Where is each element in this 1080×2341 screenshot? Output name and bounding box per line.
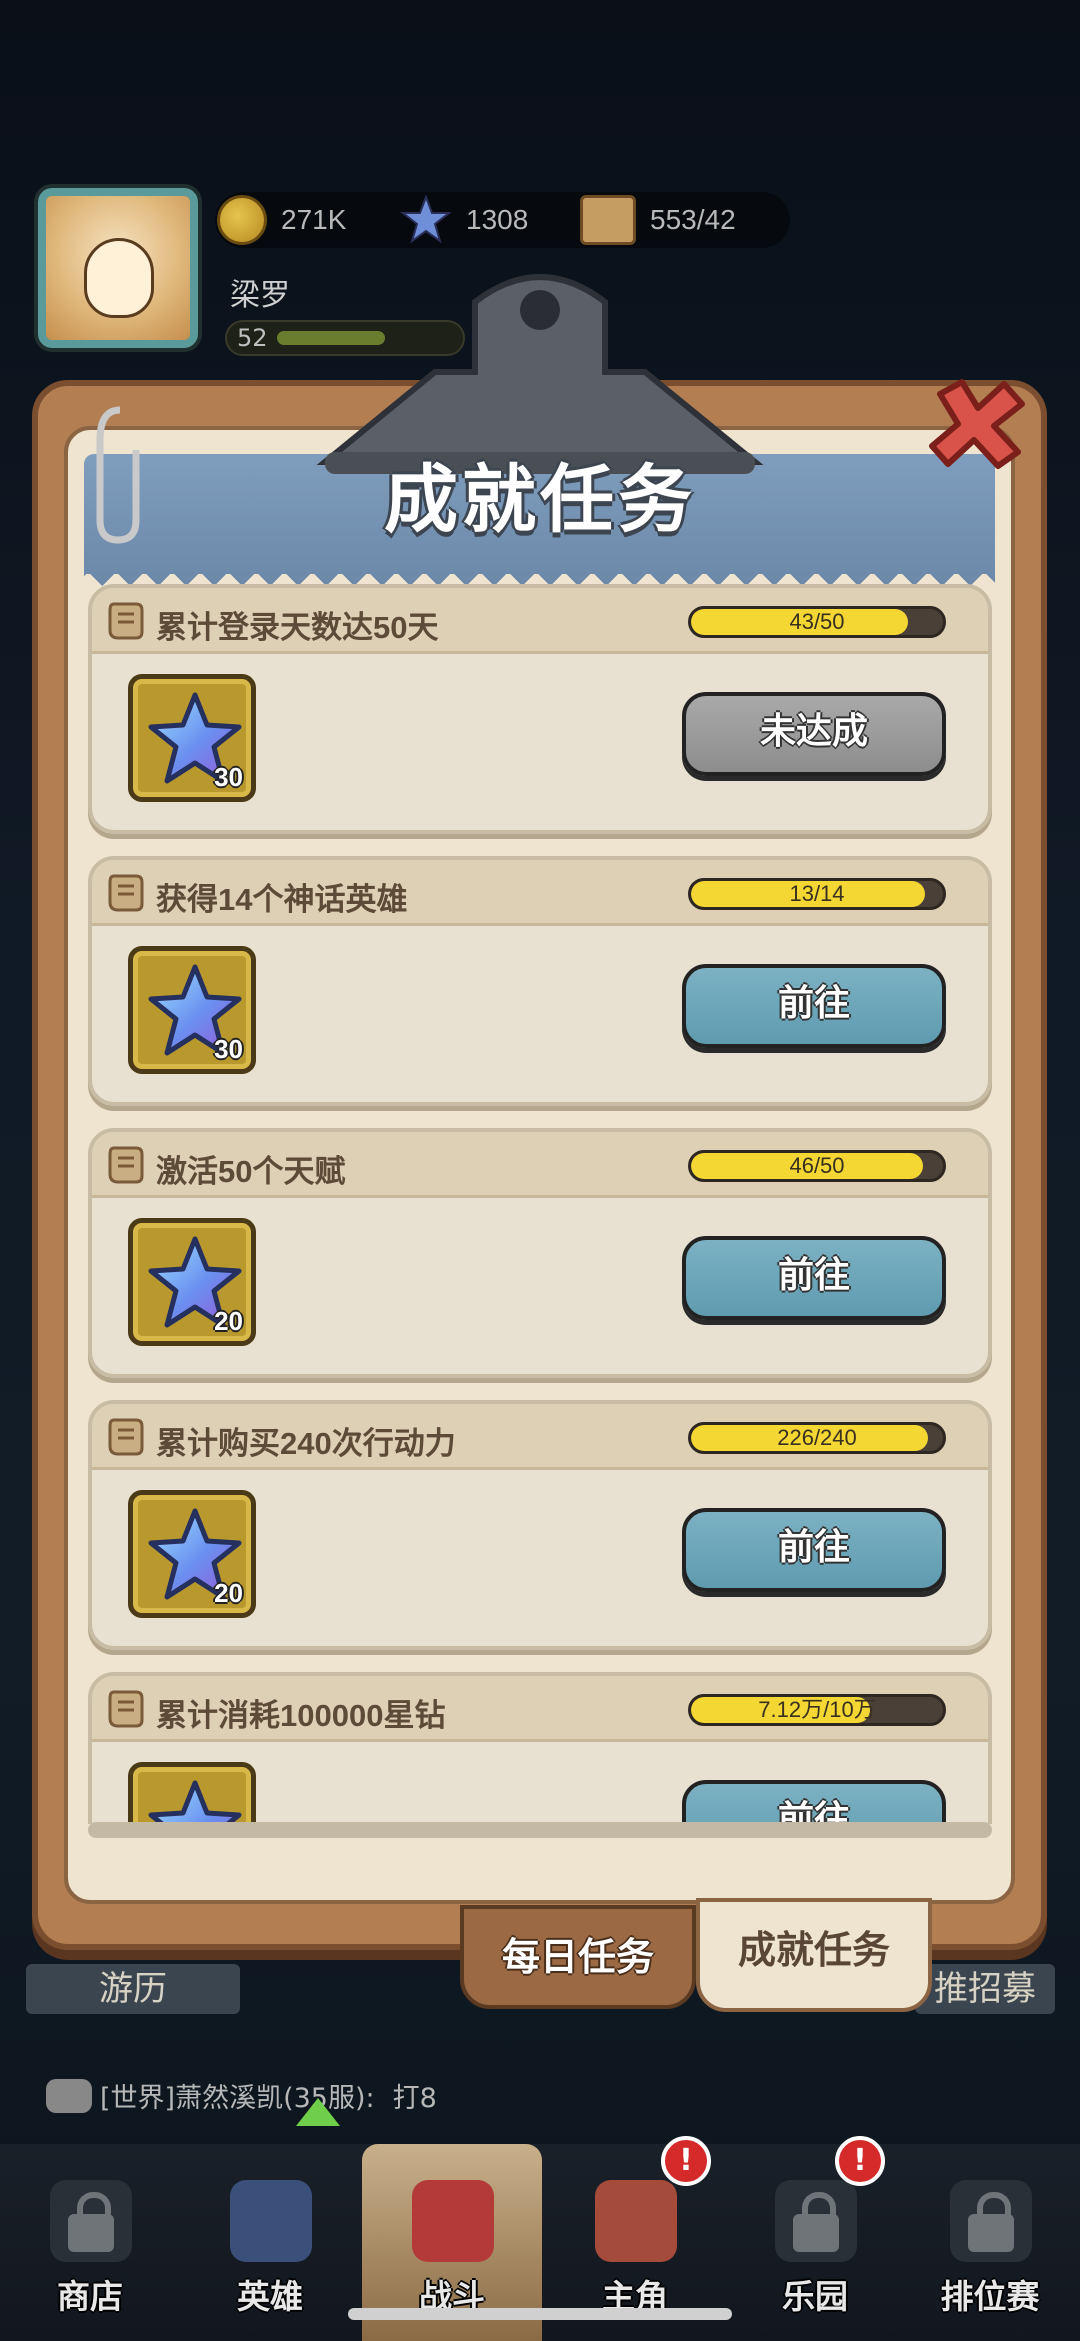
- reward-count: 30: [214, 1034, 243, 1064]
- task-action-button[interactable]: 未达成: [682, 692, 946, 776]
- reward-item[interactable]: 30: [128, 674, 256, 802]
- page-title: 成就任务: [384, 457, 696, 543]
- scroll-icon: [108, 1418, 144, 1456]
- task-action-button[interactable]: 前往: [682, 1780, 946, 1824]
- task-title: 激活50个天赋: [156, 1154, 346, 1189]
- side-label-recruit[interactable]: 推招募: [915, 1964, 1055, 2014]
- nav-heroes[interactable]: 英雄: [180, 2098, 360, 2341]
- lock-icon: [68, 2192, 114, 2252]
- reward-item[interactable]: [128, 1762, 256, 1824]
- task-card: 累计登录天数达50天 43/50 30 未达成: [88, 584, 992, 834]
- star-gem-icon: [400, 194, 452, 244]
- nav-ranked[interactable]: 排位赛: [900, 2144, 1080, 2341]
- coin-value: 271K: [281, 204, 347, 235]
- task-card: 累计购买240次行动力 226/240 20 前往: [88, 1400, 992, 1650]
- scroll-icon: [108, 1146, 144, 1184]
- tab-daily-tasks[interactable]: 每日任务: [460, 1905, 696, 2009]
- task-action-button[interactable]: 前往: [682, 964, 946, 1048]
- upgrade-arrow-icon: [296, 2098, 340, 2126]
- scroll-icon: [108, 874, 144, 912]
- task-title: 累计消耗100000星钻: [156, 1698, 446, 1733]
- battle-wings-icon: [412, 2180, 494, 2262]
- stamina-value: 553/42: [650, 204, 736, 235]
- task-list[interactable]: 累计登录天数达50天 43/50 30 未达成 获得14个神话英雄 13/14 30 前往 激活…: [88, 584, 992, 1824]
- player-name: 梁罗: [230, 278, 290, 313]
- task-progress-bar: 226/240: [688, 1422, 946, 1454]
- task-header: 激活50个天赋 46/50: [92, 1132, 988, 1198]
- coin-counter[interactable]: 271K: [217, 192, 346, 248]
- task-action-button[interactable]: 前往: [682, 1508, 946, 1592]
- task-header: 累计消耗100000星钻 7.12万/10万: [92, 1676, 988, 1742]
- nav-label: 英雄: [237, 2277, 303, 2316]
- task-header: 获得14个神话英雄 13/14: [92, 860, 988, 926]
- alert-badge-icon: !: [661, 2136, 711, 2186]
- stamina-counter[interactable]: 553/42: [580, 192, 736, 248]
- reward-count: 20: [214, 1306, 243, 1336]
- list-bottom-edge: [88, 1822, 992, 1838]
- task-progress-bar: 46/50: [688, 1150, 946, 1182]
- task-progress-text: 46/50: [789, 1153, 845, 1178]
- nav-label: 商店: [57, 2277, 123, 2316]
- task-progress-text: 226/240: [777, 1425, 857, 1450]
- task-progress-bar: 43/50: [688, 606, 946, 638]
- player-level: 52: [237, 324, 268, 352]
- star-value: 1308: [466, 204, 529, 235]
- close-button[interactable]: [922, 372, 1032, 472]
- nav-shop[interactable]: 商店: [0, 2144, 180, 2341]
- lock-icon: [968, 2192, 1014, 2252]
- star-gem-icon: [148, 1780, 242, 1824]
- nav-label: 乐园: [782, 2277, 848, 2316]
- nav-paradise[interactable]: ! 乐园: [725, 2136, 905, 2341]
- task-progress-text: 43/50: [789, 609, 845, 634]
- task-title: 累计登录天数达50天: [156, 610, 439, 645]
- hero-cards-icon: [230, 2180, 312, 2262]
- reward-item[interactable]: 20: [128, 1218, 256, 1346]
- lock-icon: [793, 2192, 839, 2252]
- owl-character-icon: [595, 2180, 677, 2262]
- scroll-icon: [108, 602, 144, 640]
- reward-count: 20: [214, 1578, 243, 1608]
- currency-bar: 271K 1308 553/42: [215, 192, 790, 248]
- scroll-icon: [108, 1690, 144, 1728]
- avatar-face: [84, 238, 154, 318]
- reward-item[interactable]: 30: [128, 946, 256, 1074]
- task-title: 累计购买240次行动力: [156, 1426, 456, 1461]
- task-header: 累计登录天数达50天 43/50: [92, 588, 988, 654]
- home-indicator[interactable]: [348, 2308, 732, 2320]
- alert-badge-icon: !: [835, 2136, 885, 2186]
- task-progress-bar: 13/14: [688, 878, 946, 910]
- chat-message: 打8: [392, 2083, 437, 2114]
- task-progress-text: 7.12万/10万: [758, 1697, 876, 1722]
- stamina-crate-icon: [580, 195, 636, 245]
- world-chat[interactable]: [世界]萧然溪凯(35服): 打8: [46, 2076, 437, 2115]
- task-progress-bar: 7.12万/10万: [688, 1694, 946, 1726]
- task-title: 获得14个神话英雄: [156, 882, 408, 917]
- chat-bubble-icon: [46, 2078, 92, 2113]
- task-card: 获得14个神话英雄 13/14 30 前往: [88, 856, 992, 1106]
- nav-label: 排位赛: [940, 2277, 1040, 2316]
- reward-item[interactable]: 20: [128, 1490, 256, 1618]
- task-header: 累计购买240次行动力 226/240: [92, 1404, 988, 1470]
- task-card: 累计消耗100000星钻 7.12万/10万前往: [88, 1672, 992, 1824]
- coin-icon: [217, 195, 267, 245]
- task-progress-text: 13/14: [789, 881, 845, 906]
- reward-count: 30: [214, 762, 243, 792]
- player-avatar[interactable]: [38, 188, 198, 348]
- tab-achievement-tasks[interactable]: 成就任务: [696, 1898, 932, 2012]
- star-counter[interactable]: 1308: [400, 192, 528, 248]
- task-action-button[interactable]: 前往: [682, 1236, 946, 1320]
- side-label-travel[interactable]: 游历: [26, 1964, 240, 2014]
- task-card: 激活50个天赋 46/50 20 前往: [88, 1128, 992, 1378]
